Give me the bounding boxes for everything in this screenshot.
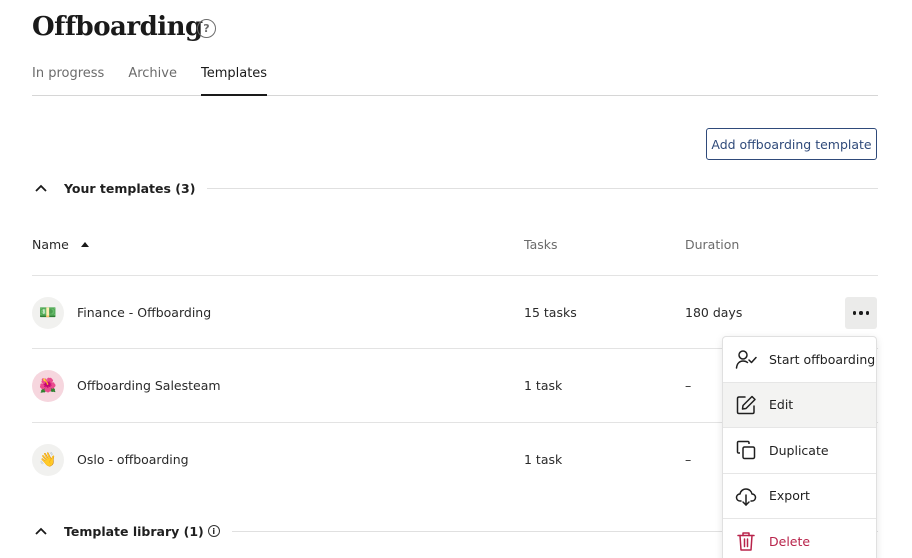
menu-item-label: Duplicate — [769, 442, 829, 458]
menu-item-label: Start offboarding — [769, 351, 876, 367]
your-templates-label: Your templates (3) — [64, 180, 196, 196]
template-emoji-avatar: 👋 — [32, 443, 64, 476]
template-name: Finance - Offboarding — [77, 305, 212, 320]
sort-ascending-icon — [80, 242, 89, 247]
menu-item-duplicate[interactable]: Duplicate — [723, 428, 876, 474]
template-tasks: 1 task — [524, 452, 563, 467]
menu-item-start-offboarding[interactable]: Start offboarding — [723, 337, 876, 383]
download-cloud-icon — [735, 488, 757, 506]
tab-templates[interactable]: Templates — [200, 66, 268, 96]
tab-in-progress[interactable]: In progress — [32, 66, 104, 96]
dot — [852, 311, 857, 315]
template-tasks: 15 tasks — [524, 305, 577, 320]
menu-item-delete[interactable]: Delete — [723, 519, 876, 558]
info-icon[interactable]: i — [207, 525, 220, 537]
template-duration: 180 days — [685, 305, 743, 320]
your-templates-header: Your templates (3) — [32, 178, 878, 198]
column-header-duration: Duration — [685, 237, 740, 252]
template-name: Oslo - offboarding — [77, 452, 189, 467]
column-header-name[interactable]: Name — [32, 237, 89, 252]
tab-archive[interactable]: Archive — [128, 66, 177, 96]
template-emoji-avatar: 🌺 — [32, 369, 64, 402]
dot — [859, 311, 863, 315]
column-header-name-label: Name — [32, 237, 69, 252]
chevron-up-icon[interactable] — [32, 179, 50, 197]
tab-bar: In progress Archive Templates — [32, 66, 878, 96]
template-tasks: 1 task — [524, 378, 563, 393]
column-header-tasks: Tasks — [524, 237, 558, 252]
menu-item-edit[interactable]: Edit — [723, 382, 876, 428]
trash-icon — [737, 532, 755, 551]
template-name: Offboarding Salesteam — [77, 378, 221, 393]
template-emoji-avatar: 💵 — [32, 296, 64, 329]
template-duration: – — [685, 452, 692, 467]
add-offboarding-template-button[interactable]: Add offboarding template — [706, 128, 877, 160]
section-divider — [207, 187, 878, 189]
row-actions-menu: Start offboarding Edit Duplicate Export … — [722, 336, 877, 558]
menu-item-export[interactable]: Export — [723, 474, 876, 519]
menu-item-label: Delete — [769, 533, 811, 549]
chevron-up-icon[interactable] — [32, 522, 50, 540]
user-check-icon — [735, 350, 757, 369]
duplicate-icon — [736, 441, 756, 460]
menu-item-label: Export — [769, 488, 810, 504]
page-title: Offboarding — [32, 12, 203, 42]
menu-item-label: Edit — [769, 397, 794, 413]
edit-icon — [736, 395, 756, 414]
more-options-button[interactable] — [845, 297, 877, 329]
template-library-label: Template library (1) — [64, 523, 204, 539]
question-circle-icon[interactable]: ? — [197, 19, 216, 38]
template-duration: – — [685, 378, 692, 393]
dot — [865, 311, 870, 315]
